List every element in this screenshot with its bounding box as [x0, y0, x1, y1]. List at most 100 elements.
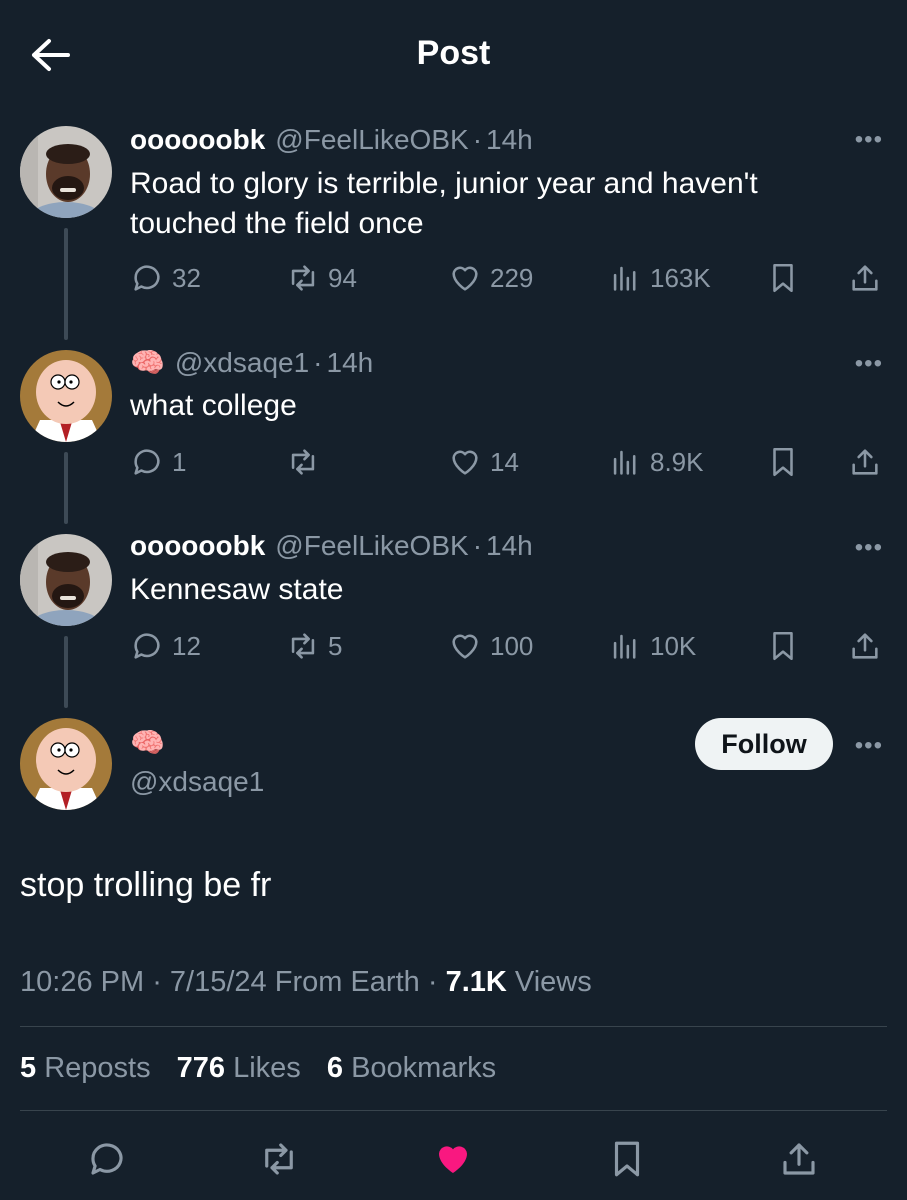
reply-button[interactable]: [84, 1136, 130, 1182]
views-button[interactable]: 163K: [608, 258, 711, 298]
header: Post: [0, 0, 907, 110]
like-button[interactable]: 14: [448, 442, 519, 482]
separator: ·: [472, 124, 483, 155]
heart-filled-icon: [439, 1146, 467, 1173]
post-date[interactable]: 7/15/24: [170, 966, 267, 998]
repost-icon: [291, 633, 315, 659]
repost-icon: [265, 1143, 293, 1175]
main-post-display-name: 🧠: [130, 726, 165, 759]
divider: [20, 1110, 887, 1111]
share-icon: [852, 633, 878, 659]
bookmarks-stat[interactable]: 6 Bookmarks: [327, 1052, 496, 1084]
heart-icon: [452, 450, 478, 475]
tweet-actions: 32 94 229 163K: [130, 258, 890, 298]
repost-count: 5: [328, 630, 343, 661]
reply-count: 1: [172, 446, 187, 477]
avatar-xdsaqe1[interactable]: [20, 350, 112, 442]
post-page: Post oooooobk @FeelLikeOBK · 14h ••• Roa…: [0, 0, 907, 1200]
repost-count: 94: [328, 262, 357, 293]
bookmark-icon: [614, 1141, 640, 1177]
repost-icon: [291, 265, 315, 291]
timestamp[interactable]: 14h: [486, 530, 533, 562]
share-icon: [783, 1143, 815, 1175]
more-options-button[interactable]: •••: [855, 732, 883, 760]
views-button[interactable]: 8.9K: [608, 442, 704, 482]
reply-button[interactable]: 12: [130, 626, 201, 666]
man-avatar-image: [20, 534, 112, 626]
share-button[interactable]: [848, 442, 882, 482]
page-title: Post: [416, 34, 491, 72]
share-button[interactable]: [848, 258, 882, 298]
reposts-label: Reposts: [44, 1052, 151, 1084]
repost-icon: [291, 449, 315, 475]
bookmark-button[interactable]: [604, 1136, 650, 1182]
likes-count: 776: [176, 1052, 226, 1084]
share-button[interactable]: [848, 626, 882, 666]
repost-button[interactable]: 94: [286, 258, 357, 298]
bookmarks-count: 6: [326, 1052, 344, 1084]
post-source: From Earth: [274, 966, 420, 998]
repost-button[interactable]: [286, 442, 328, 482]
avatar-feellikeobk[interactable]: [20, 126, 112, 218]
reply-icon: [91, 1143, 123, 1175]
reply-button[interactable]: 1: [130, 442, 186, 482]
heart-icon: [452, 634, 478, 659]
reply-icon: [134, 633, 160, 659]
repost-button[interactable]: 5: [286, 626, 342, 666]
post-time[interactable]: 10:26 PM: [20, 966, 144, 998]
avatar-feellikeobk[interactable]: [20, 534, 112, 626]
views-button[interactable]: 10K: [608, 626, 696, 666]
reply-count: 12: [172, 630, 201, 661]
bookmark-button[interactable]: [766, 626, 800, 666]
like-count: 14: [490, 446, 519, 477]
thread-connector: [64, 228, 68, 340]
like-button[interactable]: 229: [448, 258, 533, 298]
post-action-bar: [0, 1120, 907, 1200]
display-name[interactable]: oooooobk: [130, 530, 265, 562]
follow-button[interactable]: Follow: [695, 718, 833, 770]
more-options-button[interactable]: •••: [855, 534, 883, 562]
timestamp[interactable]: 14h: [486, 124, 533, 156]
thread-connector: [64, 452, 68, 524]
tweet-text: Road to glory is terrible, junior year a…: [130, 167, 758, 240]
handle[interactable]: @xdsaqe1: [175, 347, 309, 379]
share-icon: [852, 449, 878, 475]
repost-button[interactable]: [256, 1136, 302, 1182]
tweet-actions: 12 5 100 10K: [130, 626, 890, 666]
likes-label: Likes: [233, 1052, 301, 1084]
handle[interactable]: @FeelLikeOBK: [275, 124, 468, 156]
like-button-active[interactable]: [430, 1136, 476, 1182]
handle[interactable]: @FeelLikeOBK: [275, 530, 468, 562]
views-count: 10K: [650, 630, 697, 661]
reply-icon: [134, 449, 160, 475]
like-button[interactable]: 100: [448, 626, 533, 666]
reply-icon: [134, 265, 160, 291]
thread-connector: [64, 636, 68, 708]
analytics-icon: [613, 634, 636, 659]
display-name-emoji[interactable]: 🧠: [130, 346, 165, 379]
display-name[interactable]: oooooobk: [130, 124, 265, 156]
reply-button[interactable]: 32: [130, 258, 201, 298]
like-count: 229: [490, 262, 534, 293]
tweet-actions: 1 14 8.9K: [130, 442, 890, 482]
display-name-emoji[interactable]: 🧠: [130, 726, 165, 759]
more-options-button[interactable]: •••: [855, 350, 883, 378]
main-post-handle-row: @xdsaqe1: [130, 766, 264, 798]
reposts-stat[interactable]: 5 Reposts: [20, 1052, 151, 1084]
engagement-stats: 5 Reposts 776 Likes 6 Bookmarks: [20, 1052, 514, 1085]
bookmark-icon: [773, 631, 793, 661]
bookmark-button[interactable]: [766, 258, 800, 298]
reposts-count: 5: [20, 1052, 37, 1084]
man-avatar-image: [20, 126, 112, 218]
heart-icon: [452, 266, 478, 291]
avatar-xdsaqe1[interactable]: [20, 718, 112, 810]
like-count: 100: [490, 630, 534, 661]
handle[interactable]: @xdsaqe1: [130, 766, 264, 798]
likes-stat[interactable]: 776 Likes: [177, 1052, 301, 1084]
share-button[interactable]: [776, 1136, 822, 1182]
more-options-button[interactable]: •••: [855, 126, 883, 154]
cartoon-avatar-image: [20, 718, 112, 810]
timestamp[interactable]: 14h: [327, 347, 374, 379]
bookmark-button[interactable]: [766, 442, 800, 482]
tweet-header: oooooobk @FeelLikeOBK · 14h: [130, 530, 533, 562]
